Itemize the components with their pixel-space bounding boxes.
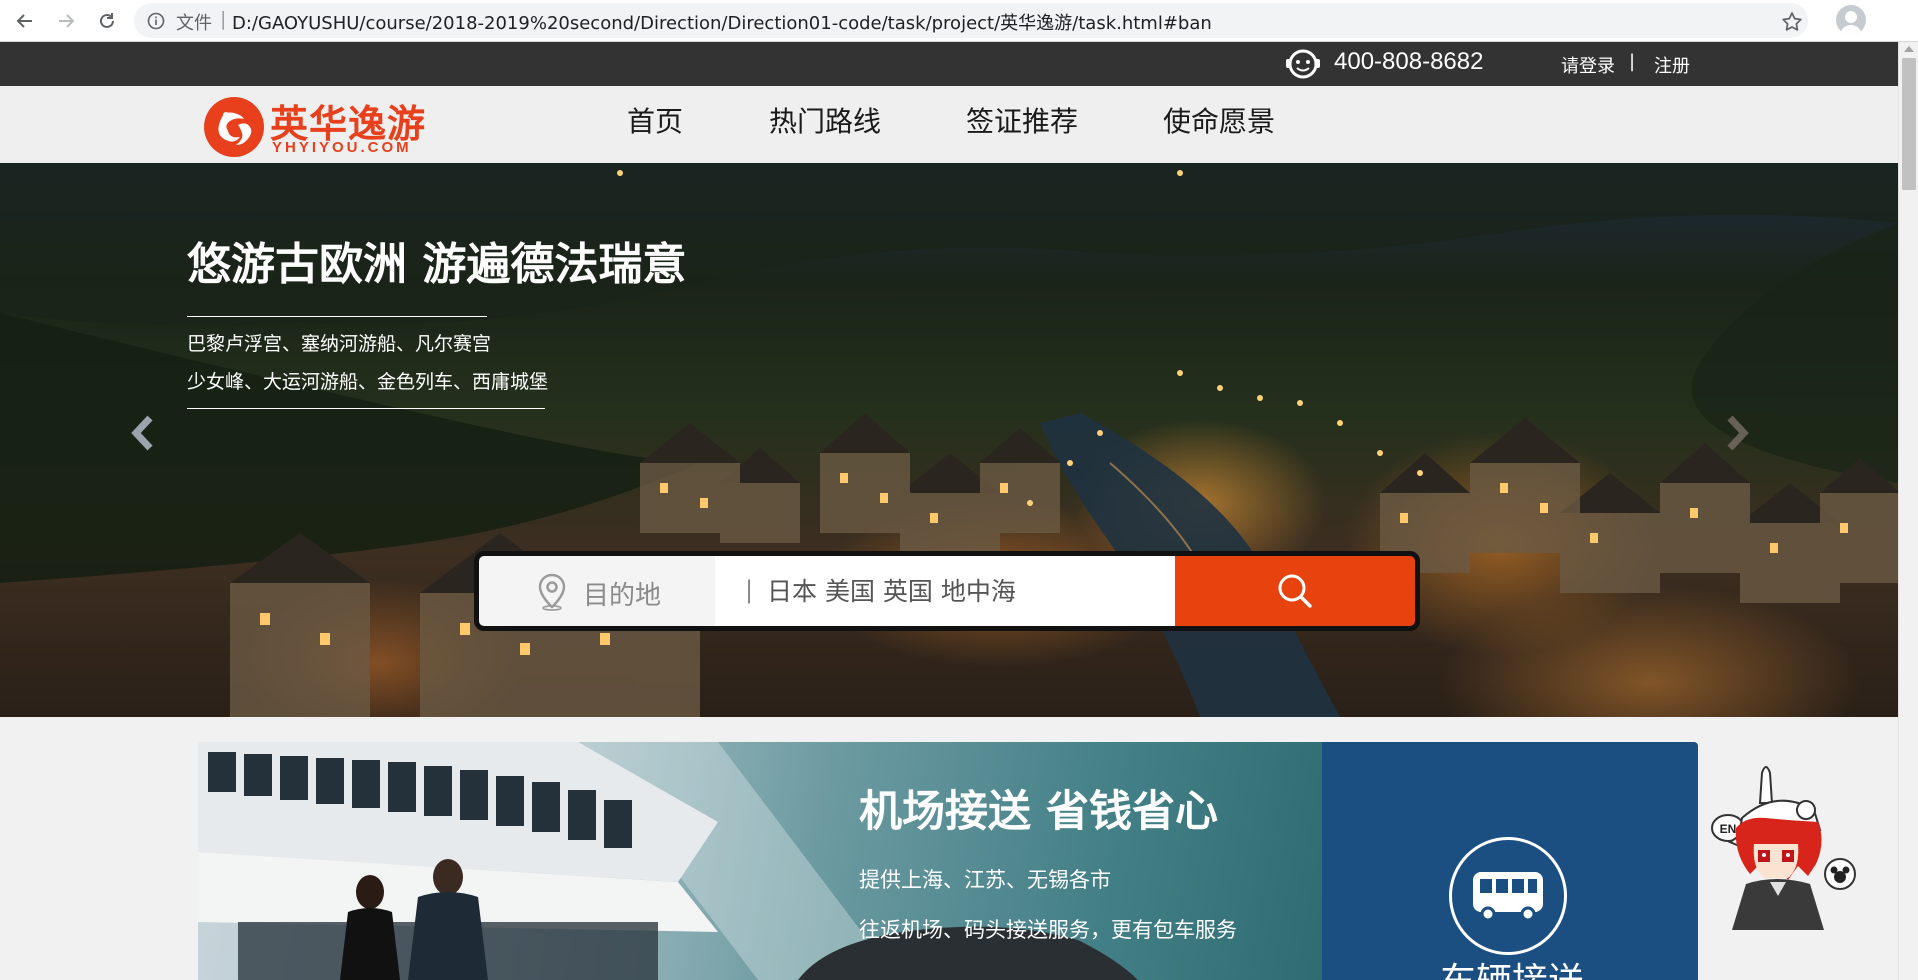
chat-mascot[interactable]: EN <box>1706 758 1866 938</box>
service-title: 机场接送 省钱省心 <box>859 787 1218 837</box>
destination-label: 目的地 <box>583 581 662 611</box>
logo-domain: YHYIYOU.COM <box>272 139 412 156</box>
hero-title: 悠游古欧洲 游遍德法瑞意 <box>187 239 687 290</box>
url-separator: | <box>220 8 227 30</box>
hero-subtitle-1: 巴黎卢浮宫、塞纳河游船、凡尔赛宫 <box>187 333 492 355</box>
forward-arrow-icon[interactable] <box>50 5 82 37</box>
service-desc-1: 提供上海、江苏、无锡各市 <box>859 868 1111 892</box>
url-scheme-label: 文件 <box>176 13 212 34</box>
location-pin-icon <box>537 573 567 611</box>
browser-address-bar: 文件 | D:/GAOYUSHU/course/2018-2019%20seco… <box>0 0 1918 42</box>
site-header: 英华逸游 YHYIYOU.COM 首页 热门路线 签证推荐 使命愿景 <box>0 86 1898 163</box>
bus-icon-circle <box>1449 837 1567 955</box>
hero-divider-bottom <box>187 408 545 409</box>
vehicle-transfer-label: 车辆接送 <box>1440 952 1584 980</box>
search-button[interactable] <box>1175 556 1415 626</box>
site-logo[interactable]: 英华逸游 YHYIYOU.COM <box>202 91 432 159</box>
destination-search-box: 目的地 | <box>474 551 1420 631</box>
destination-search-input[interactable] <box>767 568 1157 614</box>
carousel-prev-arrow-icon[interactable] <box>124 408 164 458</box>
topbar-separator: | <box>1629 51 1636 72</box>
airport-transfer-card[interactable]: 机场接送 省钱省心 提供上海、江苏、无锡各市 往返机场、码头接送服务，更有包车服… <box>198 742 1322 980</box>
back-arrow-icon[interactable] <box>9 5 41 37</box>
vehicle-transfer-panel[interactable]: 车辆接送 <box>1322 742 1698 980</box>
nav-visa[interactable]: 签证推荐 <box>966 100 1078 140</box>
service-desc-2: 往返机场、码头接送服务，更有包车服务 <box>859 918 1237 942</box>
hero-divider-top <box>187 316 487 317</box>
carousel-next-arrow-icon[interactable] <box>1716 408 1756 458</box>
login-link[interactable]: 请登录 <box>1561 52 1615 78</box>
search-input-divider: | <box>745 576 754 604</box>
bus-icon <box>1473 872 1543 922</box>
hotline-number: 400-808-8682 <box>1334 48 1484 75</box>
hero-subtitle-2: 少女峰、大运河游船、金色列车、西庸城堡 <box>187 371 549 393</box>
url-text[interactable]: D:/GAOYUSHU/course/2018-2019%20second/Di… <box>232 9 1212 35</box>
search-input-cell: | <box>715 556 1175 626</box>
nav-hot-routes[interactable]: 热门路线 <box>769 100 881 140</box>
register-link[interactable]: 注册 <box>1654 52 1690 78</box>
hero-banner: 悠游古欧洲 游遍德法瑞意 巴黎卢浮宫、塞纳河游船、凡尔赛宫 少女峰、大运河游船、… <box>0 163 1898 717</box>
bookmark-star-icon[interactable] <box>1780 10 1804 34</box>
mascot-badge-text: EN <box>1720 822 1737 836</box>
destination-label-cell: 目的地 <box>479 556 715 626</box>
info-icon[interactable] <box>146 11 166 31</box>
profile-avatar-icon[interactable] <box>1836 5 1866 35</box>
logo-mark-icon <box>204 97 264 157</box>
scroll-up-arrow-icon[interactable] <box>1904 46 1914 52</box>
top-bar: 400-808-8682 请登录 | 注册 <box>0 42 1898 86</box>
nav-home[interactable]: 首页 <box>627 100 683 140</box>
mascot-character-image: EN <box>1711 766 1856 930</box>
scrollbar-thumb[interactable] <box>1902 58 1916 190</box>
url-omnibox[interactable]: 文件 | D:/GAOYUSHU/course/2018-2019%20seco… <box>134 3 1808 38</box>
search-icon <box>1278 574 1312 608</box>
nav-mission[interactable]: 使命愿景 <box>1163 100 1275 140</box>
reload-icon[interactable] <box>91 5 123 37</box>
page-scrollbar[interactable] <box>1898 42 1918 980</box>
customer-service-icon <box>1284 47 1322 81</box>
